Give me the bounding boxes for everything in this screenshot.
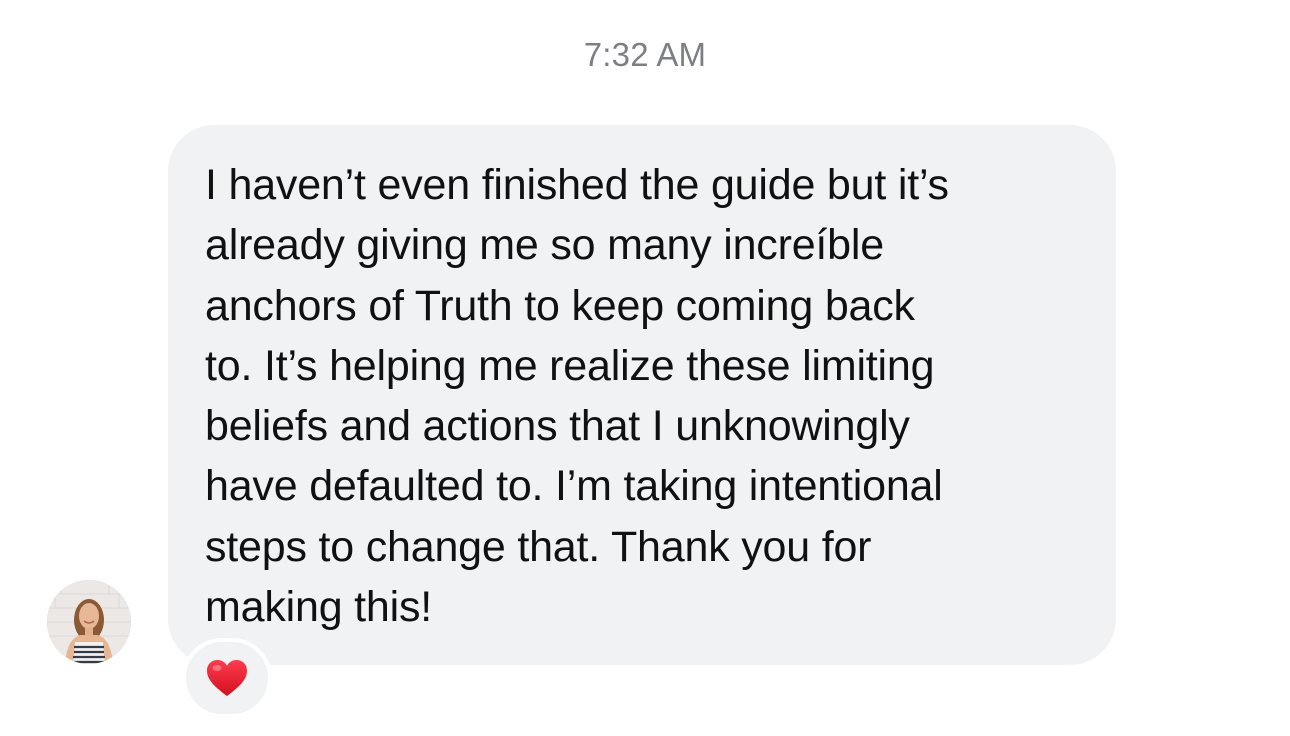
message-bubble[interactable]: I haven’t even finished the guide but it… <box>168 125 1116 665</box>
message-text: I haven’t even finished the guide but it… <box>205 161 949 632</box>
red-heart-icon <box>207 660 247 696</box>
sender-avatar[interactable] <box>47 580 131 664</box>
reaction-badge[interactable] <box>182 638 272 718</box>
chat-screen: 7:32 AM I haven’t even finished the guid… <box>0 0 1290 736</box>
message-timestamp: 7:32 AM <box>583 36 707 73</box>
avatar-photo-icon <box>47 580 131 664</box>
